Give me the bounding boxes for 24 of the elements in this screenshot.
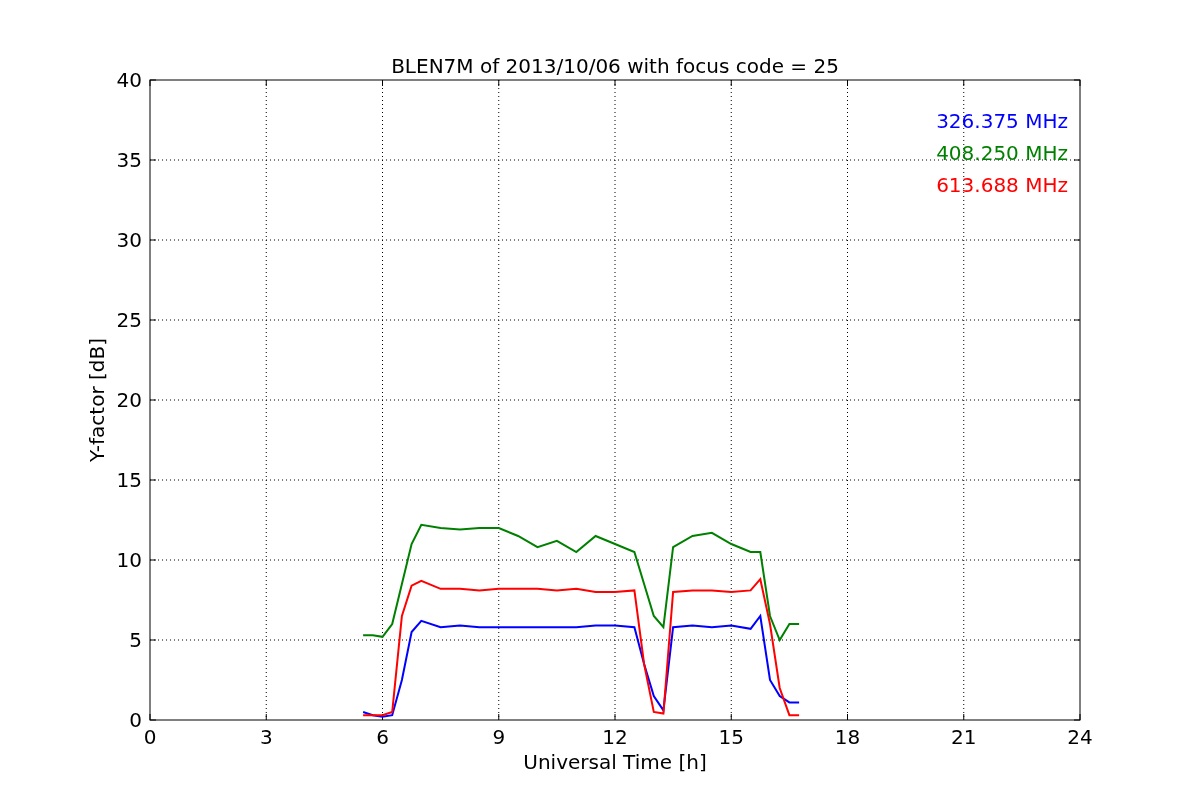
y-tick-label: 25 [116, 308, 142, 332]
y-tick-label: 0 [129, 708, 142, 732]
legend-label: 408.250 MHz [936, 141, 1068, 165]
x-tick-label: 9 [492, 725, 506, 749]
y-tick-label: 30 [116, 228, 142, 252]
x-tick-label: 12 [602, 725, 628, 749]
x-tick-label: 0 [143, 725, 157, 749]
chart-title: BLEN7M of 2013/10/06 with focus code = 25 [391, 54, 839, 78]
x-axis-label: Universal Time [h] [523, 750, 707, 774]
y-tick-label: 10 [116, 548, 142, 572]
x-tick-label: 21 [951, 725, 977, 749]
x-tick-label: 18 [834, 725, 861, 749]
legend-label: 613.688 MHz [936, 173, 1068, 197]
x-tick-label: 6 [376, 725, 389, 749]
y-tick-label: 5 [129, 628, 142, 652]
legend-label: 326.375 MHz [936, 109, 1068, 133]
y-tick-label: 40 [116, 68, 142, 92]
y-tick-label: 35 [116, 148, 142, 172]
y-axis-label: Y-factor [dB] [85, 338, 109, 462]
y-tick-label: 15 [116, 468, 142, 492]
x-tick-label: 15 [718, 725, 744, 749]
x-tick-label: 24 [1067, 725, 1093, 749]
y-tick-label: 20 [116, 388, 142, 412]
x-tick-label: 3 [259, 725, 273, 749]
